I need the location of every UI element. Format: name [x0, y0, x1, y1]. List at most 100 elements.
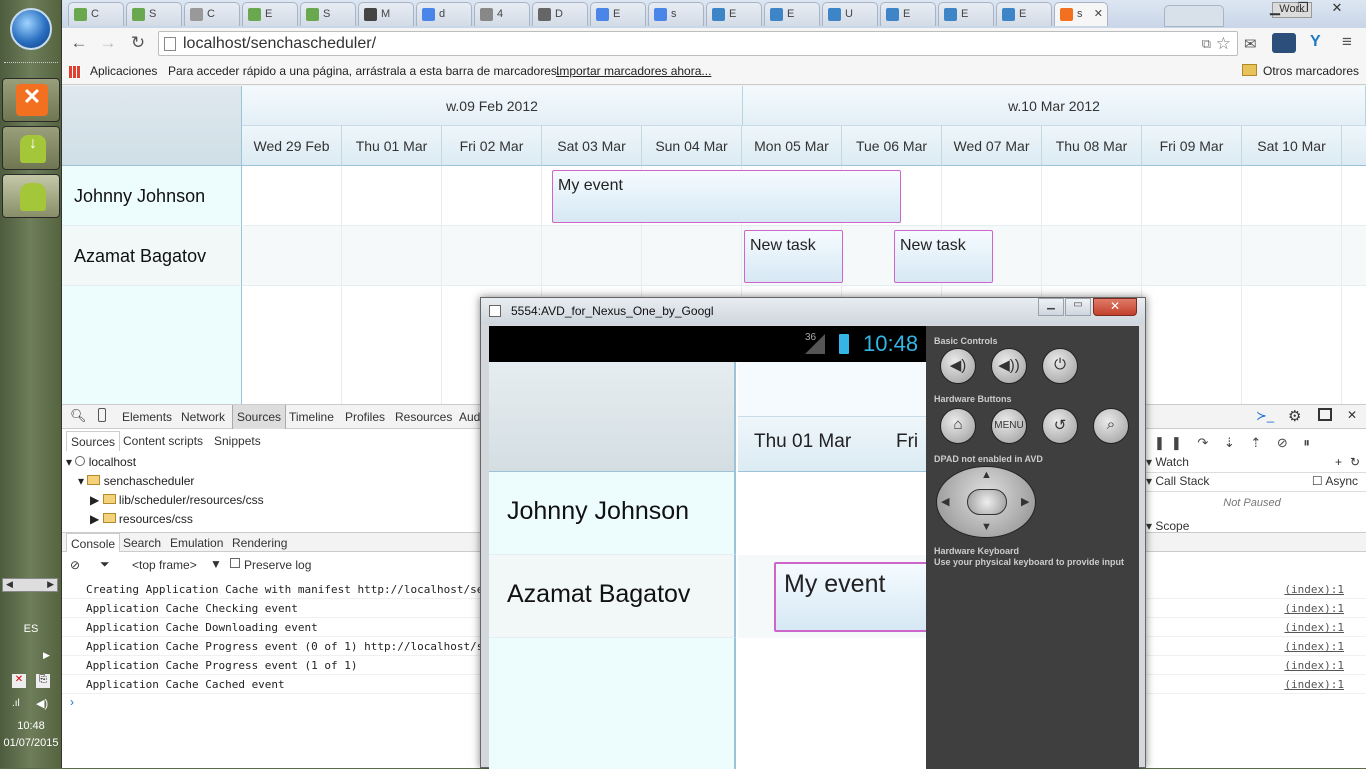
- event-new-task-2[interactable]: New task: [894, 230, 993, 283]
- console-source-link[interactable]: (index):1: [1284, 602, 1344, 615]
- console-source-link[interactable]: (index):1: [1284, 659, 1344, 672]
- browser-tab[interactable]: D: [532, 2, 588, 26]
- phone-resource-johnny[interactable]: Johnny Johnson: [489, 472, 736, 555]
- clock-date[interactable]: 01/07/2015: [0, 737, 62, 749]
- translate-icon[interactable]: ⧉: [1202, 36, 1211, 52]
- taskbar-scroll[interactable]: ◀ ▶: [2, 578, 58, 592]
- browser-tab[interactable]: S: [300, 2, 356, 26]
- xampp-taskbar-button[interactable]: ✕: [2, 78, 60, 122]
- extension-y-icon[interactable]: Y: [1310, 33, 1321, 51]
- debugger-controls[interactable]: ❚❚ ↷ ⇣ ⇡ ⊘ ⏸: [1154, 435, 1316, 451]
- console-source-link[interactable]: (index):1: [1284, 621, 1344, 634]
- browser-tab[interactable]: S: [126, 2, 182, 26]
- network-error-icon[interactable]: ✕: [12, 674, 26, 688]
- back-button[interactable]: ←: [68, 33, 90, 53]
- phone-event-my-event[interactable]: My event: [774, 562, 926, 632]
- browser-tab[interactable]: E: [880, 2, 936, 26]
- emulator-minimize-button[interactable]: ▁: [1038, 298, 1064, 316]
- console-source-link[interactable]: (index):1: [1284, 678, 1344, 691]
- emulator-maximize-button[interactable]: ▭: [1065, 298, 1091, 316]
- browser-tab[interactable]: E: [242, 2, 298, 26]
- device-mode-icon[interactable]: [98, 408, 106, 422]
- gmail-icon[interactable]: ✉: [1244, 35, 1257, 53]
- emulator-screen[interactable]: 36 10:48 Thu 01 Mar Fri Johnny Johnson A…: [489, 326, 926, 769]
- show-hidden-icons[interactable]: ▶: [43, 650, 50, 661]
- drawer-tab-console[interactable]: Console: [66, 533, 121, 552]
- close-devtools-icon[interactable]: ✕: [1347, 408, 1357, 422]
- bookmark-star-icon[interactable]: ☆: [1216, 34, 1231, 54]
- notification-icon[interactable]: ⎘: [36, 674, 50, 688]
- tab-network[interactable]: Network: [181, 410, 225, 424]
- browser-tab[interactable]: C: [68, 2, 124, 26]
- browser-tab[interactable]: s ✕: [1054, 2, 1108, 26]
- minimize-button[interactable]: ▁: [1262, 0, 1288, 18]
- volume-up-icon[interactable]: ◀)): [991, 348, 1027, 384]
- frame-selector[interactable]: <top frame>: [132, 558, 197, 572]
- browser-tab[interactable]: U: [822, 2, 878, 26]
- volume-down-icon[interactable]: ◀): [940, 348, 976, 384]
- dpad-left-icon[interactable]: ◀: [941, 495, 949, 508]
- day-header[interactable]: Sat 03 Mar: [542, 126, 642, 166]
- subtab-content-scripts[interactable]: Content scripts: [123, 434, 203, 448]
- browser-tab[interactable]: d: [416, 2, 472, 26]
- console-prompt[interactable]: ›: [70, 695, 74, 709]
- other-bookmarks[interactable]: Otros marcadores: [1263, 64, 1359, 78]
- drawer-tab-rendering[interactable]: Rendering: [232, 536, 287, 550]
- apps-link[interactable]: Aplicaciones: [90, 64, 157, 78]
- tree-item-localhost[interactable]: ▾ localhost: [66, 455, 136, 469]
- reload-button[interactable]: ↻: [127, 33, 149, 53]
- subtab-sources[interactable]: Sources: [66, 431, 121, 451]
- drawer-tab-emulation[interactable]: Emulation: [170, 536, 223, 550]
- resource-azamat-bagatov[interactable]: Azamat Bagatov: [62, 226, 242, 286]
- android-sdk-taskbar-button[interactable]: ↓: [2, 126, 60, 170]
- drawer-tab-search[interactable]: Search: [123, 536, 161, 550]
- resource-johnny-johnson[interactable]: Johnny Johnson: [62, 166, 242, 226]
- phone-resource-azamat[interactable]: Azamat Bagatov: [489, 555, 736, 638]
- address-bar[interactable]: localhost/senchascheduler/ ⧉ ☆: [158, 31, 1238, 56]
- settings-gear-icon[interactable]: ⚙: [1288, 407, 1301, 425]
- browser-tab[interactable]: M: [358, 2, 414, 26]
- event-my-event[interactable]: My event: [552, 170, 901, 223]
- tab-sources[interactable]: Sources: [232, 405, 287, 429]
- day-header[interactable]: Tue 06 Mar: [842, 126, 942, 166]
- dpad-right-icon[interactable]: ▶: [1021, 495, 1029, 508]
- tab-elements[interactable]: Elements: [122, 410, 172, 424]
- clear-console-icon[interactable]: ⊘: [70, 558, 80, 572]
- filter-icon[interactable]: ⏷: [100, 557, 110, 572]
- emulator-close-button[interactable]: ✕: [1093, 298, 1137, 316]
- day-header[interactable]: Wed 29 Feb: [242, 126, 342, 166]
- day-header[interactable]: Mon 05 Mar: [742, 126, 842, 166]
- console-drawer-icon[interactable]: ≻_: [1256, 408, 1274, 424]
- browser-tab[interactable]: E: [590, 2, 646, 26]
- day-header[interactable]: Fri 09 Mar: [1142, 126, 1242, 166]
- menu-button[interactable]: MENU: [991, 408, 1027, 444]
- new-tab-button[interactable]: [1164, 5, 1224, 27]
- preserve-log-checkbox[interactable]: [230, 558, 240, 568]
- inspect-search-icon[interactable]: 🔍︎: [70, 408, 87, 424]
- extension-icon[interactable]: [1272, 33, 1296, 53]
- tab-audits[interactable]: Aud: [459, 410, 480, 424]
- tree-item-senchascheduler[interactable]: ▾ senchascheduler: [78, 474, 194, 488]
- browser-tab[interactable]: E: [706, 2, 762, 26]
- close-window-button[interactable]: ✕: [1324, 0, 1350, 18]
- dpad-center-button[interactable]: [967, 489, 1007, 515]
- browser-tab[interactable]: E: [938, 2, 994, 26]
- tree-item-resources-css[interactable]: ▶ resources/css: [90, 512, 193, 526]
- maximize-button[interactable]: ❐: [1290, 0, 1316, 18]
- dock-icon[interactable]: [1318, 408, 1332, 421]
- dpad-up-icon[interactable]: ▲: [981, 469, 992, 481]
- day-header[interactable]: Wed 07 Mar: [942, 126, 1042, 166]
- browser-tab[interactable]: E: [996, 2, 1052, 26]
- menu-icon[interactable]: ≡: [1342, 32, 1352, 52]
- language-indicator[interactable]: ES: [0, 623, 62, 635]
- tab-profiles[interactable]: Profiles: [345, 410, 385, 424]
- browser-tab[interactable]: 4: [474, 2, 530, 26]
- import-bookmarks-link[interactable]: Importar marcadores ahora...: [556, 64, 711, 78]
- day-header[interactable]: Sat 10 Mar: [1242, 126, 1342, 166]
- console-source-link[interactable]: (index):1: [1284, 583, 1344, 596]
- browser-tab[interactable]: C: [184, 2, 240, 26]
- day-header[interactable]: Sun 04 Mar: [642, 126, 742, 166]
- close-tab-icon[interactable]: ✕: [1094, 7, 1103, 20]
- tree-item-lib-css[interactable]: ▶ lib/scheduler/resources/css: [90, 493, 264, 507]
- dpad-control[interactable]: ▲ ▼ ◀ ▶: [936, 466, 1036, 538]
